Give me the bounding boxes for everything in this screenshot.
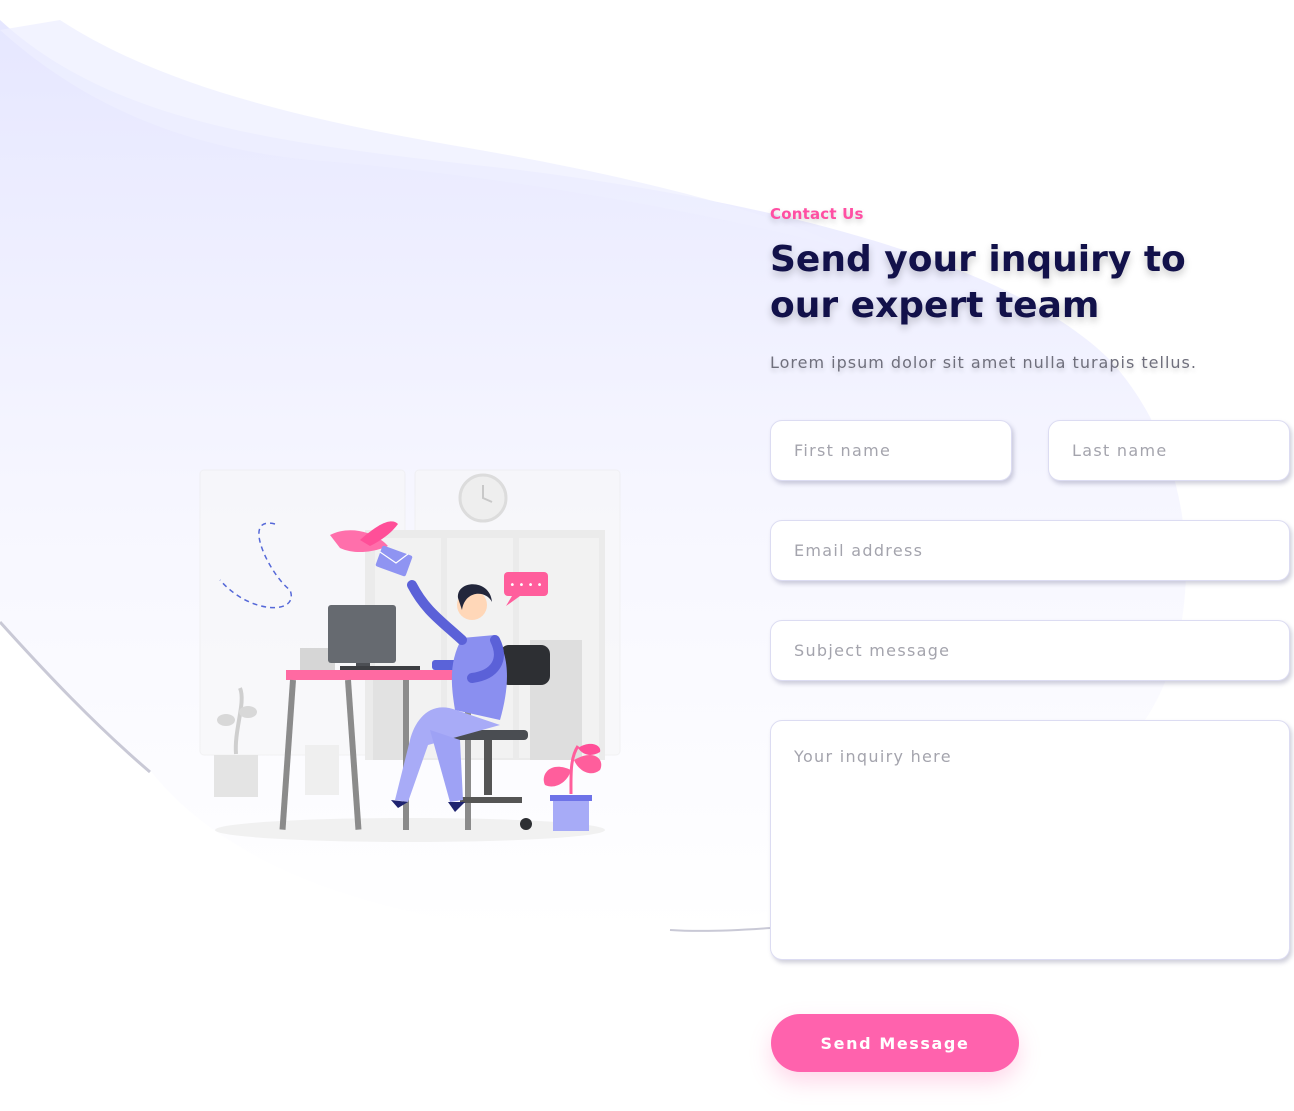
page-subtitle: Lorem ipsum dolor sit amet nulla turapis… xyxy=(770,353,1197,372)
page-title: Send your inquiry to our expert team xyxy=(770,239,1186,326)
office-illustration: • • • • xyxy=(199,469,621,842)
first-name-field[interactable] xyxy=(770,420,1012,481)
trash-bin-icon xyxy=(305,745,339,795)
email-field[interactable] xyxy=(770,520,1290,581)
subject-field[interactable] xyxy=(770,620,1290,681)
last-name-field[interactable] xyxy=(1048,420,1290,481)
contact-eyebrow: Contact Us xyxy=(770,205,864,223)
contact-heading-block: Contact Us Send your inquiry to our expe… xyxy=(770,205,1290,372)
inquiry-textarea[interactable] xyxy=(770,720,1290,960)
chat-bubble-dots: • • • • xyxy=(509,580,542,591)
contact-page: • • • • Contact Us Send your inquiry to … xyxy=(0,0,1294,1111)
floor-shadow xyxy=(215,818,605,842)
send-message-button[interactable]: Send Message xyxy=(771,1014,1019,1072)
wall-clock-icon xyxy=(458,473,508,523)
